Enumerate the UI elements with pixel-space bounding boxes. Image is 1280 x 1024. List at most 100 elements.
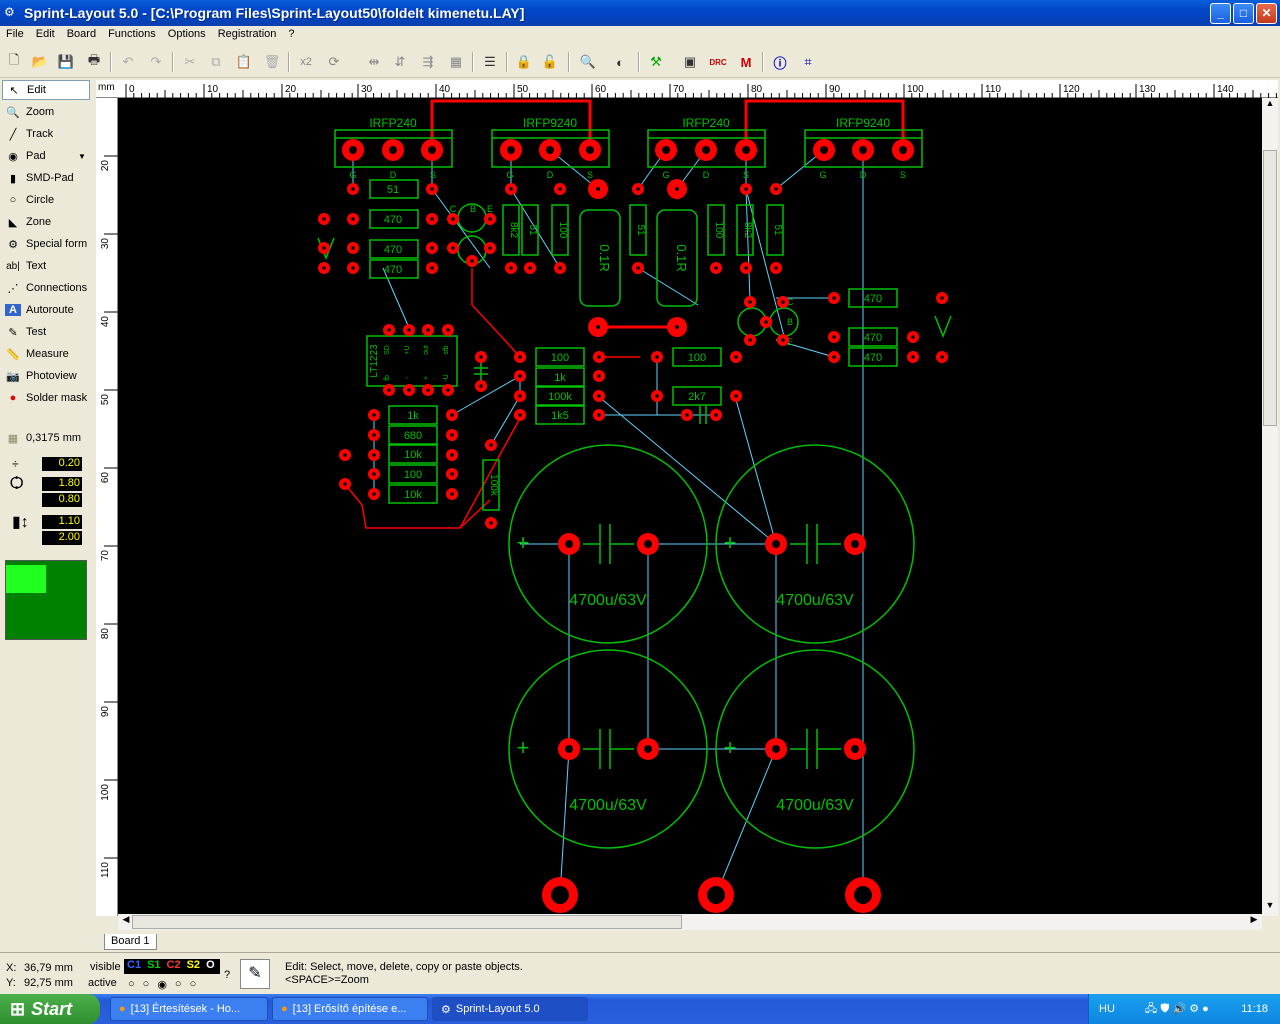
macro-icon[interactable]: M [736,52,756,72]
print-icon[interactable]: 🖶 [84,52,104,72]
menu-edit[interactable]: Edit [30,26,61,44]
undo-icon[interactable]: ↶ [118,52,138,72]
tool-photoview[interactable]: 📷 Photoview [2,366,90,386]
align-icon[interactable]: ⇶ [418,52,438,72]
mirror-h-icon[interactable]: ⇹ [364,52,384,72]
pad-inner-param[interactable]: 0.80 [4,492,90,508]
start-button[interactable]: ⊞ Start [0,994,100,1024]
tool-special-form[interactable]: ⚙ Special form [2,234,90,254]
transistor-pin-label: G [349,170,356,180]
info-icon[interactable]: ⓘ [770,52,790,72]
radio-s2[interactable]: ○ [175,978,182,991]
radio-s1[interactable]: ○ [143,978,150,991]
tool-smd-pad[interactable]: ▮ SMD-Pad [2,168,90,188]
scroll-down-button[interactable]: ▼ [1262,900,1278,916]
scroll-thumb-vertical[interactable] [1263,150,1277,426]
pad-outer-value[interactable]: 1.80 [42,477,82,491]
scroll-right-button[interactable]: ▶ [1246,914,1262,930]
paste-icon[interactable]: 📋 [234,52,254,72]
cut-icon[interactable]: ✂ [180,52,200,72]
smd-width-param[interactable]: ▮↕ 1.10 [4,514,90,531]
tool-test[interactable]: ✎ Test [2,322,90,342]
pad-inner-value[interactable]: 0.80 [42,493,82,507]
navigator-preview[interactable] [5,560,87,640]
radio-c1[interactable]: ○ [128,978,135,991]
tool-text[interactable]: ab| Text [2,256,90,276]
task-firefox-1[interactable]: ● [13] Értesítések - Ho... [110,997,268,1021]
menu-options[interactable]: Options [162,26,212,44]
minimize-button[interactable]: _ [1210,3,1231,24]
sprint-layout-icon: ⚙ [441,1003,451,1016]
tool-zoom[interactable]: 🔍 Zoom [2,102,90,122]
vertical-scrollbar[interactable]: ▲ ▼ [1262,98,1278,916]
layer-help-mark[interactable]: ? [224,969,230,981]
grid-selector[interactable]: ▦ 0,3175 mm [2,428,90,448]
menu-board[interactable]: Board [61,26,102,44]
layer-s2[interactable]: S2 [184,959,203,974]
radio-o[interactable]: ○ [190,978,197,991]
crop-icon[interactable]: ⌗ [798,52,818,72]
layers-icon[interactable]: ☰ [480,52,500,72]
maximize-button[interactable]: □ [1233,3,1254,24]
tool-zone[interactable]: ◣ Zone [2,212,90,232]
pcb-canvas[interactable]: IRFP240 G D S IRFP9240 G D S IRFP240 G D S IRFP9240 G… [118,98,1262,916]
transparent-icon[interactable]: ◐ [610,52,630,72]
pcb-drawing[interactable]: IRFP240 G D S IRFP9240 G D S IRFP240 G D S IRFP9240 G… [118,98,1262,916]
horizontal-scrollbar[interactable]: ◀ ▶ [118,914,1262,930]
tool-pad[interactable]: ◉ Pad ▼ [2,146,90,166]
mirror-v-icon[interactable]: ⇵ [390,52,410,72]
tool-measure[interactable]: 📏 Measure [2,344,90,364]
pad-hole [597,355,601,359]
tool-connections[interactable]: ⋰ Connections [2,278,90,298]
layer-c1[interactable]: C1 [124,959,144,974]
pad-outer-param[interactable]: Ѻ 1.80 [4,475,90,492]
new-file-icon[interactable]: 🗋 [4,52,24,72]
close-button[interactable]: ✕ [1256,3,1277,24]
smd-width-value[interactable]: 1.10 [42,515,82,529]
menu-registration[interactable]: Registration [212,26,283,44]
save-icon[interactable]: 💾 [56,52,76,72]
test-icon[interactable]: ▣ [680,52,700,72]
tool-solder-mask[interactable]: ● Solder mask [2,388,90,408]
tool-edit[interactable]: ↖ Edit [2,80,90,100]
scroll-up-button[interactable]: ▲ [1262,98,1278,114]
task-sprint-layout[interactable]: ⚙ Sprint-Layout 5.0 [432,997,588,1021]
board-tab[interactable]: Board 1 [104,934,157,950]
unlock-icon[interactable]: 🔓 [540,52,560,72]
open-folder-icon[interactable]: 📂 [30,52,50,72]
menu-help[interactable]: ? [282,26,300,44]
dropdown-arrow-icon[interactable]: ▼ [78,152,86,161]
zoom-icon[interactable]: 🔍 [578,52,598,72]
scroll-thumb-horizontal[interactable] [132,915,682,929]
title-bar[interactable]: ⚙ Sprint-Layout 5.0 - [C:\Program Files\… [0,0,1280,26]
tool-track[interactable]: ╱ Track [2,124,90,144]
smd-height-param[interactable]: 2.00 [4,530,90,546]
tool-circle[interactable]: ○ Circle [2,190,90,210]
delete-icon[interactable]: 🗑 [262,52,282,72]
copy-icon[interactable]: ⧉ [206,52,226,72]
task-firefox-2[interactable]: ● [13] Erősítő építése e... [272,997,428,1021]
smd-height-value[interactable]: 2.00 [42,531,82,545]
drc-icon[interactable]: DRC [708,52,728,72]
layer-c2[interactable]: C2 [164,959,184,974]
language-indicator[interactable]: HU [1099,1003,1115,1015]
navigator-viewport[interactable] [6,565,46,593]
rotate-icon[interactable]: ⟳ [324,52,344,72]
duplicate-button[interactable]: x2 [296,52,316,72]
lock-icon[interactable]: 🔒 [514,52,534,72]
pad-hole [744,187,748,191]
track-width-value[interactable]: 0.20 [42,457,82,471]
layer-s1[interactable]: S1 [144,959,163,974]
tray-icons[interactable]: 🖧🛡🔊⚙● [1145,1000,1212,1019]
pad-hole [343,482,347,486]
layer-o[interactable]: O [203,959,218,974]
menu-file[interactable]: File [0,26,30,44]
track-width-param[interactable]: ÷ 0.20 [4,456,90,472]
radio-c2[interactable]: ◉ [157,978,167,991]
menu-functions[interactable]: Functions [102,26,162,44]
component-icon[interactable]: ⚒ [646,52,666,72]
tool-autoroute[interactable]: A Autoroute [2,300,90,320]
pad-hole [509,266,513,270]
redo-icon[interactable]: ↷ [146,52,166,72]
group-icon[interactable]: ▦ [446,52,466,72]
